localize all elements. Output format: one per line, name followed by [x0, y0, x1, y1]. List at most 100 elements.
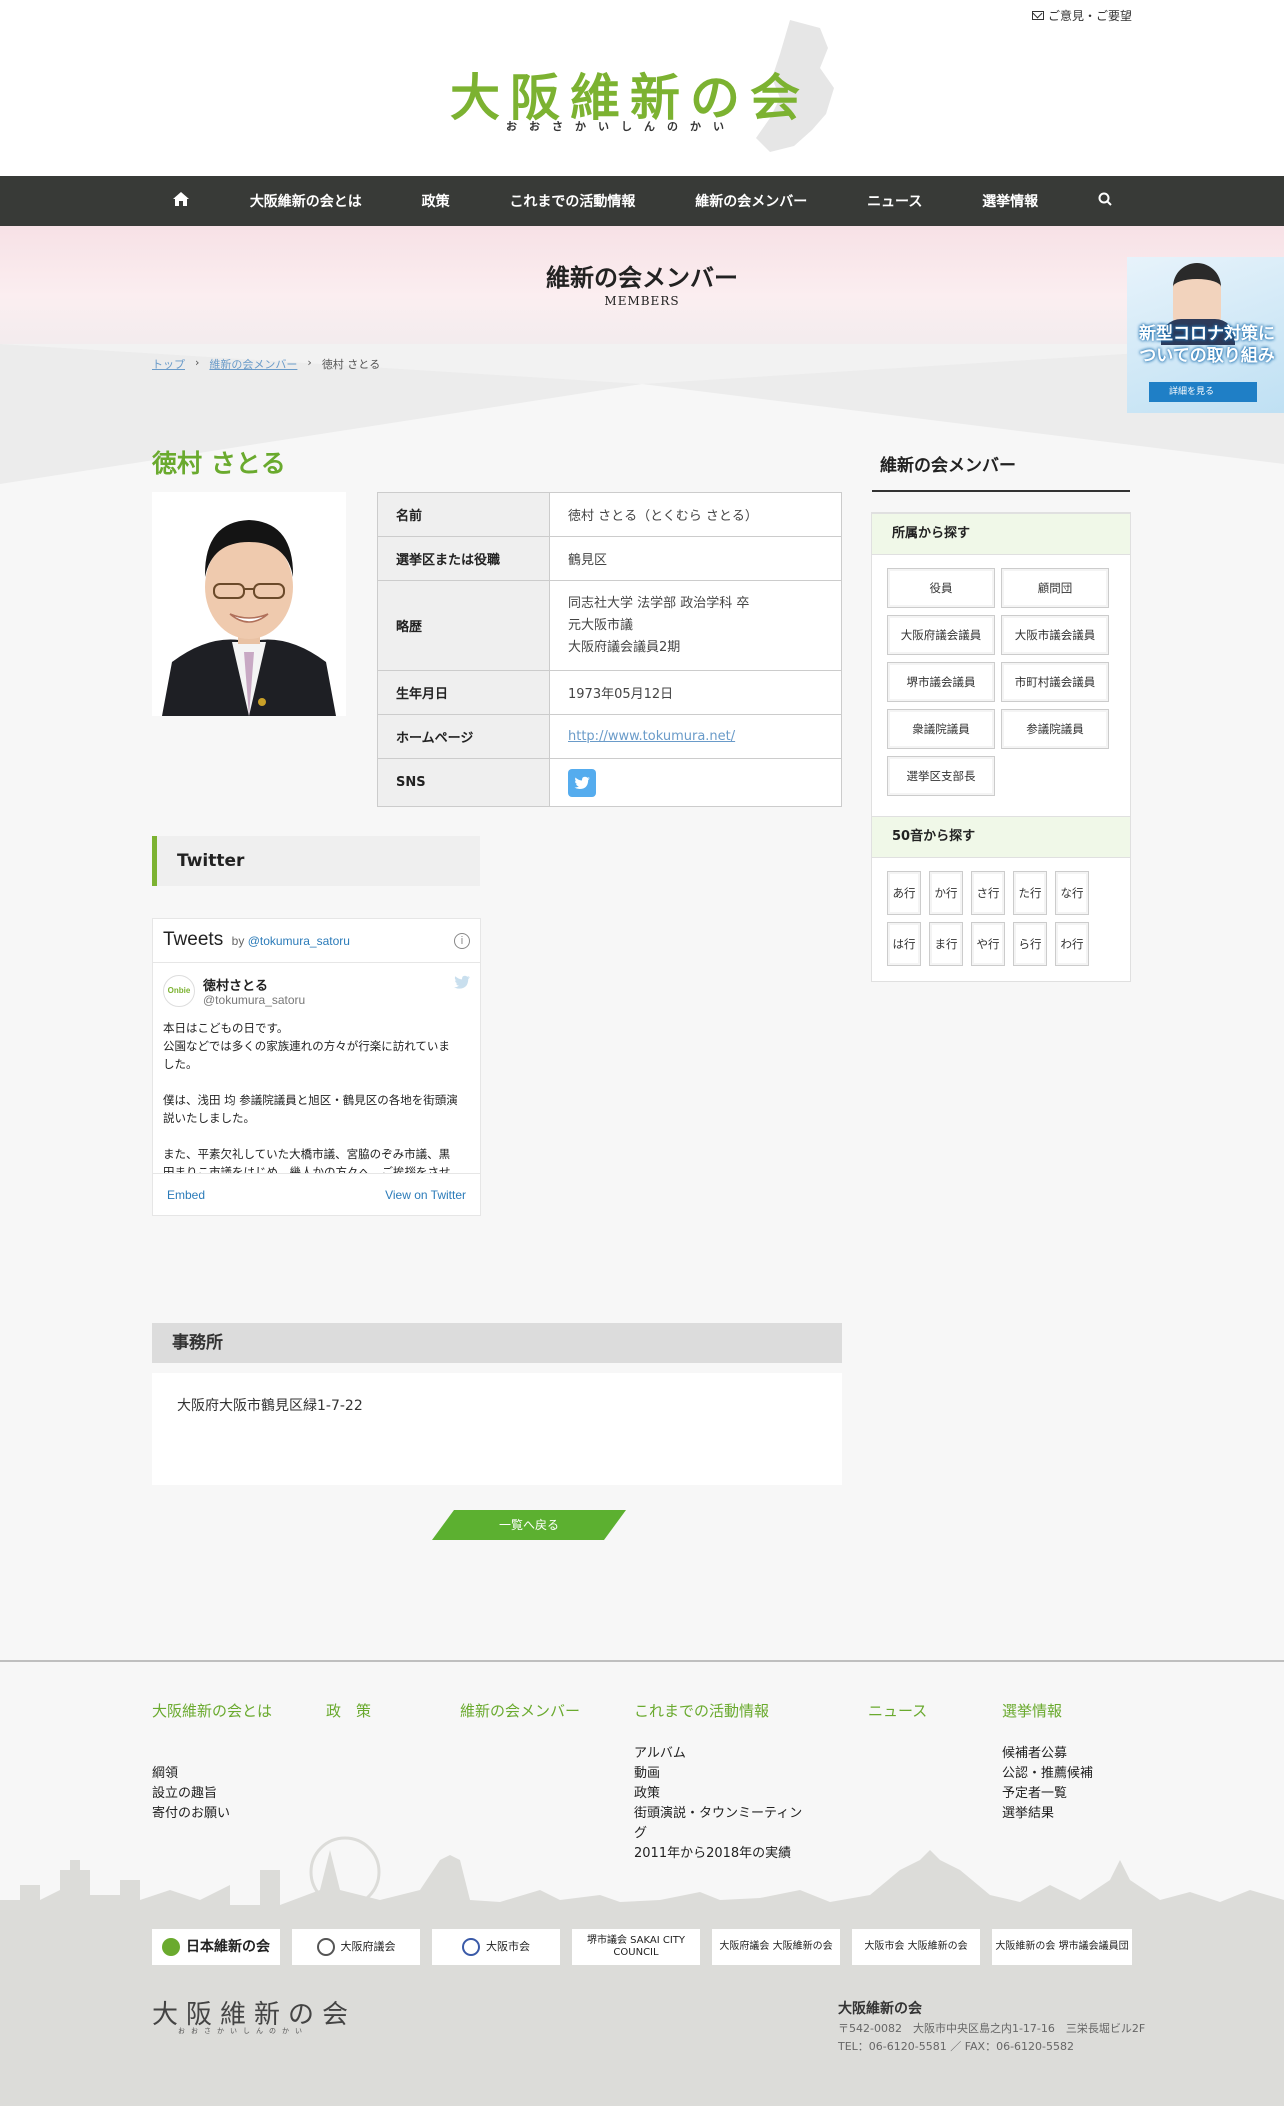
kana-ya[interactable]: や行: [971, 922, 1005, 966]
filter-prefectural[interactable]: 大阪府議会議員: [887, 615, 995, 655]
main-nav: 大阪維新の会とは 政策 これまでの活動情報 維新の会メンバー ニュース 選挙情報: [0, 176, 1284, 226]
tweet-line: 本日はこどもの日です。: [163, 1021, 289, 1035]
nav-elections[interactable]: 選挙情報: [982, 191, 1038, 211]
timeline-footer: Embed View on Twitter: [153, 1173, 480, 1215]
footer-link[interactable]: 動画: [634, 1764, 814, 1784]
kana-wa[interactable]: わ行: [1055, 922, 1089, 966]
tweet[interactable]: Onbie 徳村さとる @tokumura_satoru 本日はこどもの日です。…: [153, 963, 480, 1173]
banner-city-ishin[interactable]: 大阪市会 大阪維新の会: [852, 1929, 980, 1965]
home-icon: [173, 192, 189, 206]
tweet-line: [163, 1073, 473, 1091]
nav-news[interactable]: ニュース: [867, 191, 922, 211]
filter-advisors[interactable]: 顧問団: [1001, 568, 1109, 608]
kana-ma[interactable]: ま行: [929, 922, 963, 966]
profile-value: 徳村 さとる（とくむら さとる）: [549, 492, 842, 537]
filter-house-of-councillors[interactable]: 参議院議員: [1001, 709, 1109, 749]
footer-link[interactable]: 設立の趣旨: [152, 1784, 230, 1804]
footer-address: 〒542-0082 大阪市中央区島之内1-17-16 三栄長堀ビル2F: [838, 2022, 1146, 2035]
footer-policy-title[interactable]: 政 策: [326, 1700, 371, 1722]
footer-contact: 〒542-0082 大阪市中央区島之内1-17-16 三栄長堀ビル2F TEL：…: [838, 2020, 1145, 2056]
profile-label: SNS: [377, 758, 550, 807]
profile-label: 名前: [377, 492, 550, 537]
page-title: 維新の会メンバー: [546, 264, 738, 292]
twitter-icon[interactable]: [568, 768, 596, 797]
footer-about-title[interactable]: 大阪維新の会とは: [152, 1700, 282, 1722]
nav-home[interactable]: [172, 191, 190, 211]
breadcrumb-current: 徳村 さとる: [321, 358, 381, 371]
twitter-timeline-widget[interactable]: Tweets by @tokumura_satoru i Onbie 徳村さとる…: [152, 918, 481, 1216]
office-address: 大阪府大阪市鶴見区緑1-7-22: [152, 1373, 842, 1485]
kana-na[interactable]: な行: [1055, 871, 1089, 915]
member-photo: [152, 492, 346, 716]
tweet-user-name[interactable]: 徳村さとる: [203, 975, 268, 994]
timeline-handle-link[interactable]: @tokumura_satoru: [248, 934, 350, 948]
kana-sa[interactable]: さ行: [971, 871, 1005, 915]
search-icon: [1098, 192, 1112, 206]
feedback-link[interactable]: ご意見・ご要望: [1031, 7, 1132, 24]
nav-activities[interactable]: これまでの活動情報: [509, 191, 635, 211]
page-subtitle: MEMBERS: [604, 294, 680, 308]
member-search-box: 所属から探す 役員 顧問団 大阪府議会議員 大阪市議会議員 堺市議会議員 市町村…: [871, 512, 1131, 982]
kana-ra[interactable]: ら行: [1013, 922, 1047, 966]
footer-members-title[interactable]: 維新の会メンバー: [460, 1700, 590, 1722]
profile-value: http://www.tokumura.net/: [549, 714, 842, 759]
nav-search[interactable]: [1098, 192, 1112, 210]
affiliation-heading: 所属から探す: [872, 513, 1130, 555]
footer-link[interactable]: 寄付のお願い: [152, 1804, 230, 1824]
tweet-user-handle[interactable]: @tokumura_satoru: [203, 993, 305, 1007]
info-icon[interactable]: i: [454, 933, 470, 949]
banner-nippon-ishin[interactable]: 日本維新の会: [152, 1929, 280, 1965]
footer-link[interactable]: アルバム: [634, 1744, 814, 1764]
site-logo[interactable]: 大阪維新の会 おおさかいしんのかい: [450, 18, 834, 158]
corona-banner[interactable]: 新型コロナ対策についての取り組み 詳細を見る: [1127, 257, 1284, 413]
nav-policy[interactable]: 政策: [422, 191, 450, 211]
banner-osaka-prefectural-assembly[interactable]: 大阪府議会: [292, 1929, 420, 1965]
filter-city[interactable]: 大阪市議会議員: [1001, 615, 1109, 655]
banner-osaka-city-council[interactable]: 大阪市会: [432, 1929, 560, 1965]
filter-officers[interactable]: 役員: [887, 568, 995, 608]
kana-ta[interactable]: た行: [1013, 871, 1047, 915]
nav-about[interactable]: 大阪維新の会とは: [250, 191, 362, 211]
filter-branch-heads[interactable]: 選挙区支部長: [887, 756, 995, 796]
footer-activities-title[interactable]: これまでの活動情報: [634, 1700, 769, 1722]
footer-logo-subtitle: おおさかいしんのかい: [178, 2027, 308, 2035]
embed-link[interactable]: Embed: [167, 1188, 205, 1202]
back-to-list-button[interactable]: 一覧へ戻る: [432, 1510, 626, 1540]
profile-label: 略歴: [377, 580, 550, 671]
profile-row-name: 名前 徳村 さとる（とくむら さとる）: [377, 492, 842, 537]
profile-value: 1973年05月12日: [549, 670, 842, 715]
nav-members[interactable]: 維新の会メンバー: [695, 191, 807, 211]
timeline-title: Tweets: [163, 929, 224, 950]
kana-ha[interactable]: は行: [887, 922, 921, 966]
tweet-text: 本日はこどもの日です。 公園などでは多くの家族連れの方々が行楽に訪れていま した…: [163, 1019, 473, 1173]
profile-row-homepage: ホームページ http://www.tokumura.net/: [377, 714, 842, 759]
footer-link[interactable]: 綱領: [152, 1764, 230, 1784]
banner-prefectural-ishin[interactable]: 大阪府議会 大阪維新の会: [712, 1929, 840, 1965]
profile-label: 生年月日: [377, 670, 550, 715]
filter-sakai[interactable]: 堺市議会議員: [887, 662, 995, 702]
tweet-avatar[interactable]: Onbie: [163, 975, 195, 1007]
footer-link[interactable]: 政策: [634, 1784, 814, 1804]
filter-house-of-representatives[interactable]: 衆議院議員: [887, 709, 995, 749]
footer-link[interactable]: 公認・推薦候補: [1002, 1764, 1093, 1784]
kana-a[interactable]: あ行: [887, 871, 921, 915]
breadcrumb-members[interactable]: 維新の会メンバー: [209, 356, 297, 372]
footer-link[interactable]: 予定者一覧: [1002, 1784, 1093, 1804]
tweet-line: した。: [163, 1057, 198, 1071]
member-name: 徳村 さとる: [152, 449, 286, 478]
footer-news-title[interactable]: ニュース: [868, 1700, 927, 1722]
breadcrumb: トップ › 維新の会メンバー › 徳村 さとる: [152, 356, 380, 372]
filter-municipal[interactable]: 市町村議会議員: [1001, 662, 1109, 702]
banner-sakai-ishin[interactable]: 大阪維新の会 堺市議会議員団: [992, 1929, 1132, 1965]
view-on-twitter-link[interactable]: View on Twitter: [385, 1188, 466, 1202]
tweet-line: 僕は、浅田 均 参議院議員と旭区・鶴見区の各地を街頭演: [163, 1093, 458, 1107]
footer-link[interactable]: 候補者公募: [1002, 1744, 1093, 1764]
homepage-link[interactable]: http://www.tokumura.net/: [568, 729, 735, 744]
twitter-bird-icon: [454, 975, 470, 989]
footer-elections-links: 候補者公募 公認・推薦候補 予定者一覧 選挙結果: [1002, 1744, 1093, 1824]
kana-ka[interactable]: か行: [929, 871, 963, 915]
banner-sakai-city-council[interactable]: 堺市議会 SAKAI CITY COUNCIL: [572, 1929, 700, 1965]
breadcrumb-top[interactable]: トップ: [152, 356, 185, 372]
footer-link[interactable]: 選挙結果: [1002, 1804, 1093, 1824]
footer-elections-title[interactable]: 選挙情報: [1002, 1700, 1062, 1722]
